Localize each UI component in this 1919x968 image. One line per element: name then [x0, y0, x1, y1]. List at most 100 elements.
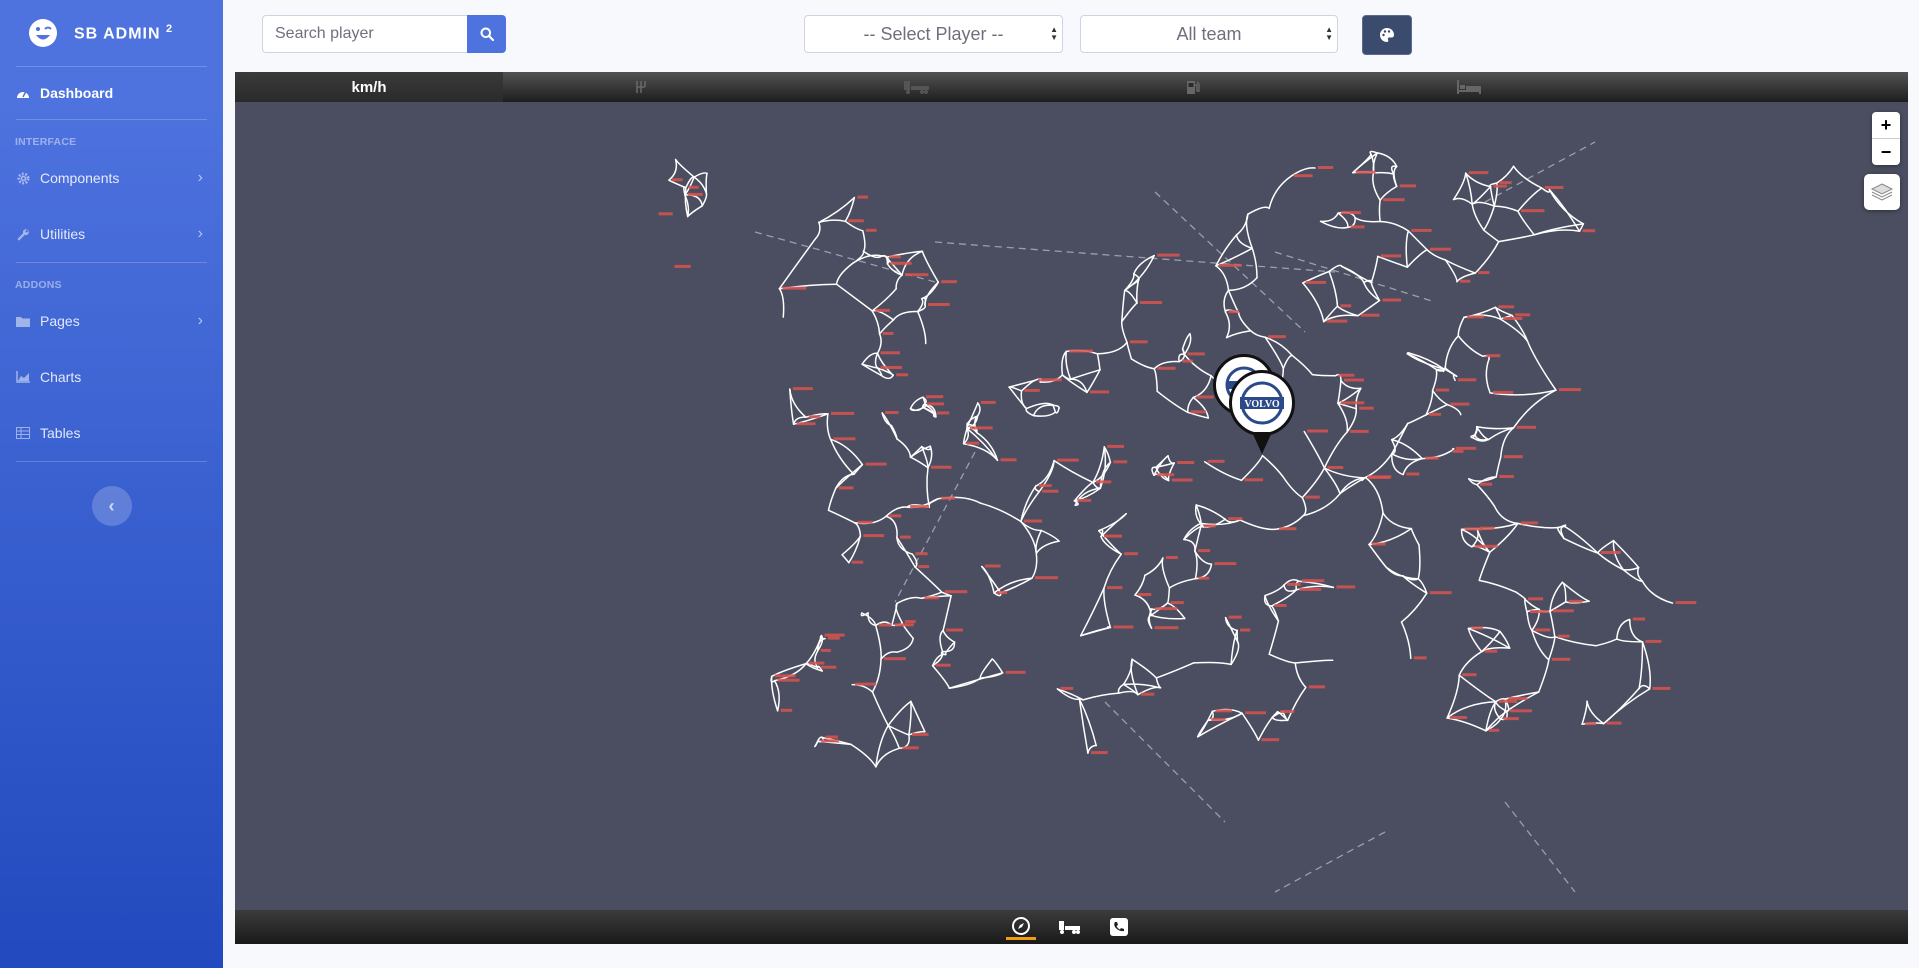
map-city-label — [885, 411, 899, 414]
map-city-label — [1471, 626, 1483, 630]
sidebar-item-dashboard[interactable]: Dashboard — [0, 67, 223, 119]
map-city-label — [926, 395, 944, 399]
map-city-label — [863, 534, 885, 538]
sidebar-brand[interactable]: SB ADMIN 2 — [0, 0, 223, 66]
map-city-label — [1528, 597, 1544, 601]
map-city-label — [1156, 473, 1175, 477]
map-city-label — [1287, 582, 1301, 586]
map-city-label — [1218, 263, 1242, 267]
map-marker-player-2[interactable]: VOLVO — [1229, 370, 1295, 436]
layers-button[interactable] — [1864, 174, 1900, 210]
map-city-label — [1503, 317, 1523, 320]
sidebar-divider — [16, 461, 207, 462]
map-city-label — [1462, 673, 1477, 677]
chevron-left-icon: ‹ — [108, 495, 115, 516]
map-city-label — [1124, 552, 1138, 556]
europe-map[interactable] — [235, 102, 1908, 910]
map-city-label — [1530, 610, 1549, 614]
search-button[interactable] — [467, 15, 506, 53]
tab-phone[interactable] — [1104, 914, 1134, 940]
map-city-label — [1450, 402, 1470, 406]
map-city-label — [1382, 298, 1402, 302]
zoom-out-button[interactable]: − — [1872, 138, 1900, 165]
map-city-label — [889, 514, 902, 518]
sidebar-item-tables[interactable]: Tables — [0, 405, 223, 461]
search-icon — [480, 27, 494, 41]
map-city-label — [1113, 460, 1128, 464]
map-city-label — [1060, 686, 1074, 690]
map-city-label — [792, 387, 813, 391]
map-city-label — [1299, 587, 1322, 591]
map-city-label — [1268, 335, 1286, 339]
team-select[interactable]: All team ▲ ▼ — [1080, 15, 1338, 53]
map-city-label — [927, 402, 945, 406]
map-city-label — [1042, 489, 1059, 493]
map-city-label — [1211, 718, 1226, 722]
dashboard-bottom-bar — [235, 910, 1908, 944]
map-city-label — [1207, 459, 1225, 463]
map-city-label — [796, 422, 816, 426]
map-city-label — [1327, 466, 1344, 469]
sidebar-item-pages[interactable]: Pages › — [0, 293, 223, 349]
map-city-label — [1341, 211, 1361, 215]
dash-gear-cell — [503, 72, 779, 102]
map-city-label — [1340, 304, 1352, 308]
map-city-label — [1024, 388, 1040, 392]
map-city-label — [1455, 446, 1477, 450]
tab-truck[interactable] — [1055, 914, 1085, 940]
map-city-label — [1585, 722, 1596, 726]
map-city-label — [980, 400, 996, 404]
tab-navigation[interactable] — [1006, 914, 1036, 940]
map-city-label — [1582, 229, 1596, 233]
theme-button[interactable] — [1362, 15, 1412, 55]
chevron-right-icon: › — [197, 312, 203, 329]
map-city-label — [1034, 576, 1058, 580]
map-city-label — [1350, 225, 1365, 229]
map-city-label — [889, 255, 901, 259]
team-select-value: All team — [1176, 23, 1242, 44]
map-city-label — [1198, 576, 1210, 580]
map-road — [1106, 626, 1112, 629]
map-city-label — [1154, 626, 1179, 630]
search-input[interactable] — [262, 15, 467, 53]
map-city-label — [782, 286, 807, 290]
player-select[interactable]: -- Select Player -- ▲ ▼ — [804, 15, 1063, 53]
map-city-label — [1228, 615, 1242, 619]
map-city-label — [1340, 401, 1365, 405]
map-city-label — [1190, 410, 1206, 414]
sidebar-toggle-button[interactable]: ‹ — [91, 486, 132, 526]
map-city-label — [809, 661, 825, 665]
map-city-label — [1467, 315, 1485, 319]
map-city-label — [1479, 482, 1492, 486]
map-city-label — [1177, 461, 1195, 464]
map-city-label — [1196, 395, 1214, 399]
map-city-label — [904, 620, 916, 624]
map-city-label — [1509, 709, 1532, 713]
select-arrows-icon: ▲ ▼ — [1050, 25, 1058, 42]
map-city-label — [1338, 373, 1355, 377]
map-city-label — [1261, 738, 1280, 742]
sidebar-item-utilities[interactable]: Utilities › — [0, 206, 223, 262]
map-city-label — [1499, 475, 1514, 478]
map-city-label — [1203, 524, 1216, 528]
chevron-right-icon: › — [197, 225, 203, 242]
map-city-label — [1305, 280, 1326, 284]
map-city-label — [1138, 593, 1152, 596]
map-city-label — [820, 648, 831, 652]
map-city-label — [1279, 527, 1297, 531]
bed-icon — [1457, 80, 1481, 94]
map-city-label — [1514, 313, 1531, 317]
zoom-in-button[interactable]: + — [1872, 112, 1900, 138]
map-city-label — [1503, 455, 1523, 459]
map-city-label — [1498, 305, 1515, 309]
map-city-label — [910, 505, 929, 509]
sidebar-item-charts[interactable]: Charts — [0, 349, 223, 405]
map-city-label — [1652, 686, 1671, 690]
sidebar-item-label: Tables — [40, 425, 81, 441]
speed-unit: km/h — [235, 72, 503, 102]
map-city-label — [875, 308, 890, 312]
map-city-label — [1187, 352, 1205, 356]
map-city-label — [1383, 198, 1405, 202]
sidebar-item-components[interactable]: Components › — [0, 150, 223, 206]
map-city-label — [1452, 449, 1464, 453]
